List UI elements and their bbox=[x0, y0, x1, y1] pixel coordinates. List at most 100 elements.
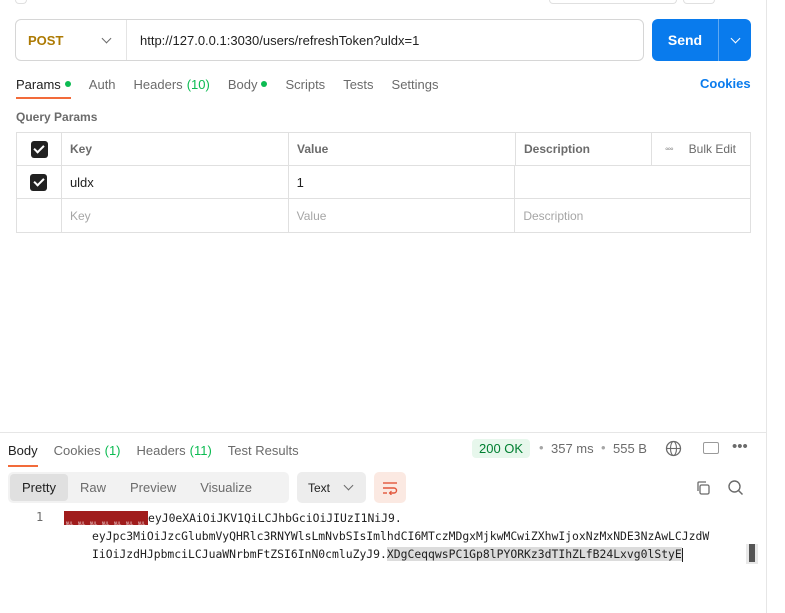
response-tabs: Body Cookies (1) Headers (11) Test Results bbox=[8, 441, 315, 467]
send-button-group: Send bbox=[652, 19, 751, 61]
bulk-edit-label: Bulk Edit bbox=[688, 142, 736, 156]
view-visualize-button[interactable]: Visualize bbox=[188, 474, 264, 501]
tab-body[interactable]: Body bbox=[228, 76, 268, 92]
value-header: Value bbox=[289, 133, 516, 165]
tab-count: (1) bbox=[104, 442, 121, 458]
cookies-link[interactable]: Cookies bbox=[700, 76, 751, 91]
response-tab-cookies[interactable]: Cookies (1) bbox=[54, 441, 121, 459]
send-button[interactable]: Send bbox=[652, 32, 718, 48]
new-key-input[interactable]: Key bbox=[62, 199, 289, 232]
separator-dot: • bbox=[601, 440, 606, 455]
nul-marker: NUL bbox=[114, 520, 122, 526]
tab-scripts[interactable]: Scripts bbox=[285, 76, 325, 92]
format-label: Text bbox=[308, 480, 331, 495]
top-edge-fragment bbox=[549, 0, 677, 4]
response-time[interactable]: 357 ms bbox=[551, 441, 594, 456]
response-tab-body[interactable]: Body bbox=[8, 441, 38, 467]
nul-marker: NUL bbox=[138, 520, 146, 526]
param-value[interactable]: 1 bbox=[289, 166, 516, 198]
chevron-down-icon bbox=[101, 33, 112, 43]
top-edge-fragment bbox=[683, 0, 715, 4]
tab-auth[interactable]: Auth bbox=[89, 76, 116, 92]
text-cursor bbox=[681, 547, 683, 562]
checkbox-checked-icon[interactable] bbox=[30, 173, 48, 191]
separator-dot: • bbox=[539, 440, 544, 455]
response-tab-headers[interactable]: Headers (11) bbox=[137, 441, 212, 459]
save-response-icon[interactable] bbox=[703, 442, 719, 454]
row-checkbox-cell bbox=[17, 166, 62, 198]
code-line: eyJpc3MiOiJzcGlubmVyQHRlc3RNYWlsLmNvbSIs… bbox=[64, 527, 746, 545]
select-all-cell bbox=[17, 133, 62, 165]
view-pretty-button[interactable]: Pretty bbox=[10, 474, 68, 501]
tab-label: Body bbox=[8, 442, 38, 458]
status-dot-icon bbox=[64, 81, 71, 87]
tab-label: Headers bbox=[133, 76, 183, 92]
query-params-title: Query Params bbox=[16, 110, 98, 124]
response-divider bbox=[0, 432, 766, 433]
globe-icon[interactable] bbox=[665, 440, 682, 457]
response-body-editor[interactable]: NUL NUL NUL NUL NUL NUL NUL eyJ0eXAiOiJKV1QiLCJ… bbox=[64, 509, 746, 563]
bulk-edit-button[interactable]: ◦◦◦ Bulk Edit bbox=[652, 133, 750, 165]
response-tab-test-results[interactable]: Test Results bbox=[228, 441, 299, 459]
tab-label: Body bbox=[227, 76, 258, 92]
tab-label: Params bbox=[16, 76, 61, 92]
param-description[interactable] bbox=[515, 166, 750, 198]
url-input[interactable]: http://127.0.0.1:3030/users/refreshToken… bbox=[127, 33, 419, 48]
status-badge[interactable]: 200 OK bbox=[472, 439, 531, 458]
method-label: POST bbox=[28, 32, 64, 48]
nul-marker: NUL bbox=[78, 520, 86, 526]
status-dot-icon bbox=[261, 81, 268, 87]
new-description-input[interactable]: Description bbox=[515, 199, 750, 232]
tab-label: Settings bbox=[391, 76, 439, 92]
tab-label: Tests bbox=[343, 76, 374, 92]
nul-marker: NUL bbox=[90, 520, 98, 526]
wrap-lines-button[interactable] bbox=[374, 472, 406, 503]
tab-count: (10) bbox=[186, 76, 210, 92]
code-text: IiOiJzdHJpbmciLCJuaWNrbmFtZSI6InN0cmluZy… bbox=[92, 547, 387, 561]
new-value-input[interactable]: Value bbox=[289, 199, 516, 232]
chevron-down-icon bbox=[730, 33, 740, 43]
wrap-lines-icon bbox=[383, 481, 398, 495]
copy-icon[interactable] bbox=[695, 480, 711, 496]
view-raw-button[interactable]: Raw bbox=[68, 474, 118, 501]
send-options-button[interactable] bbox=[719, 33, 751, 43]
method-dropdown[interactable]: POST bbox=[16, 20, 127, 60]
nul-characters: NUL NUL NUL NUL NUL NUL NUL bbox=[64, 510, 148, 526]
line-number: 1 bbox=[36, 510, 44, 524]
table-row-empty: Key Value Description bbox=[17, 199, 750, 232]
nul-marker: NUL bbox=[102, 520, 110, 526]
tab-tests[interactable]: Tests bbox=[343, 76, 373, 92]
query-params-table: Key Value Description ◦◦◦ Bulk Edit uldx … bbox=[16, 132, 751, 233]
empty-checkbox-cell bbox=[17, 199, 62, 232]
checkbox-checked-icon[interactable] bbox=[30, 140, 48, 158]
tab-label: Scripts bbox=[285, 76, 326, 92]
code-line: IiOiJzdHJpbmciLCJuaWNrbmFtZSI6InN0cmluZy… bbox=[64, 545, 746, 563]
more-options-icon[interactable]: ••• bbox=[732, 438, 748, 455]
tab-params[interactable]: Params bbox=[16, 76, 71, 99]
tab-count: (11) bbox=[189, 442, 212, 458]
table-row: uldx 1 bbox=[17, 166, 750, 199]
code-line: NUL NUL NUL NUL NUL NUL NUL eyJ0eXAiOiJKV1QiLCJ… bbox=[64, 509, 746, 527]
request-url-bar: POST http://127.0.0.1:3030/users/refresh… bbox=[15, 19, 644, 61]
tab-label: Test Results bbox=[227, 442, 299, 458]
request-tabs: Params Auth Headers (10) Body Scripts Tes… bbox=[16, 76, 457, 100]
tab-label: Cookies bbox=[53, 442, 101, 458]
tab-label: Auth bbox=[88, 76, 116, 92]
nul-marker: NUL bbox=[66, 520, 74, 526]
scrollbar-thumb[interactable] bbox=[749, 544, 755, 562]
key-header: Key bbox=[62, 133, 289, 165]
search-icon[interactable] bbox=[727, 479, 744, 496]
nul-marker: NUL bbox=[126, 520, 134, 526]
response-size[interactable]: 555 B bbox=[613, 441, 647, 456]
code-text: eyJpc3MiOiJzcGlubmVyQHRlc3RNYWlsLmNvbSIs… bbox=[92, 529, 710, 543]
tab-settings[interactable]: Settings bbox=[392, 76, 439, 92]
top-edge-fragment bbox=[15, 0, 27, 4]
chevron-down-icon bbox=[343, 480, 354, 491]
selected-text: XDgCeqqwsPC1Gp8lPYORKz3dTIhZLfB24Lxvg0lS… bbox=[386, 547, 682, 561]
tab-headers[interactable]: Headers (10) bbox=[134, 76, 210, 92]
pane-divider bbox=[766, 0, 767, 613]
code-text: eyJ0eXAiOiJKV1QiLCJhbGciOiJIUzI1NiJ9. bbox=[148, 511, 402, 525]
format-dropdown[interactable]: Text bbox=[297, 472, 366, 503]
view-preview-button[interactable]: Preview bbox=[118, 474, 188, 501]
param-key[interactable]: uldx bbox=[62, 166, 289, 198]
